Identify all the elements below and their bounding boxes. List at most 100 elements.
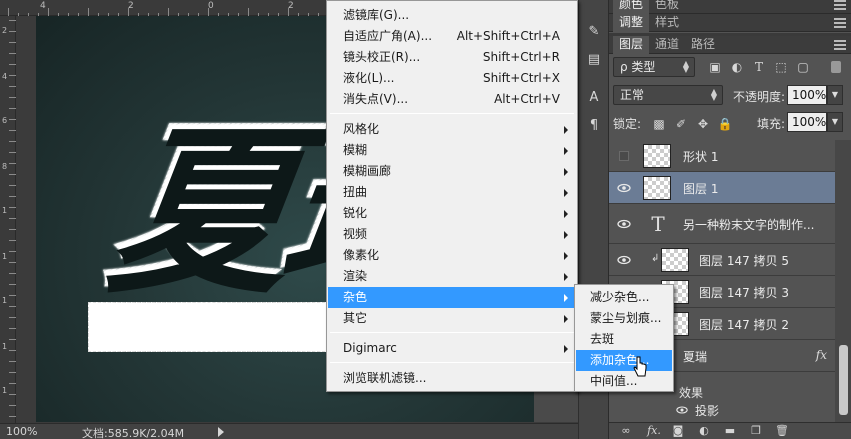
new-adjustment-icon[interactable]: ◐ — [697, 424, 711, 438]
menu-item-liquify[interactable]: 液化(L)... Shift+Ctrl+X — [328, 68, 576, 89]
eye-icon[interactable] — [617, 181, 631, 195]
tab-adjustments[interactable]: 调整 — [613, 14, 650, 32]
menu-item-adaptive-wide-angle[interactable]: 自适应广角(A)... Alt+Shift+Ctrl+A — [328, 26, 576, 47]
layer-name: 形状 1 — [683, 150, 719, 164]
fill-field[interactable]: 100% — [787, 112, 827, 132]
ruler-tick — [9, 108, 16, 109]
menu-item-sharpen[interactable]: 锐化 — [328, 203, 576, 224]
menu-item-distort[interactable]: 扭曲 — [328, 182, 576, 203]
menu-item-shortcut: Shift+Ctrl+X — [483, 71, 560, 85]
panel-menu-icon[interactable] — [834, 40, 846, 50]
delete-layer-icon[interactable]: 🗑 — [775, 424, 789, 438]
menu-item-lens-correction[interactable]: 镜头校正(R)... Shift+Ctrl+R — [328, 47, 576, 68]
ruler-tick — [9, 361, 16, 362]
tab-paths[interactable]: 路径 — [685, 36, 721, 54]
new-layer-icon[interactable]: ❐ — [749, 424, 763, 438]
properties-icon[interactable]: ▤ — [586, 52, 602, 68]
history-icon[interactable]: ✎ — [586, 24, 602, 40]
layer-filter-select[interactable]: ρ 类型 ▲ ▼ — [613, 57, 695, 77]
menu-item-render[interactable]: 渲染 — [328, 266, 576, 287]
lock-transparent-icon[interactable]: ▩ — [651, 116, 667, 132]
ruler-tick — [208, 8, 209, 16]
status-menu-arrow-icon[interactable] — [218, 427, 224, 437]
ruler-tick — [9, 317, 16, 318]
layer-row[interactable]: T 另一种粉末文字的制作... — [609, 204, 835, 244]
submenu-item-dust-scratches[interactable]: 蒙尘与划痕... — [576, 308, 672, 329]
ruler-tick — [9, 185, 16, 186]
new-group-icon[interactable]: ▬ — [723, 424, 737, 438]
effects-label: 效果 — [679, 386, 704, 400]
menu-item-noise[interactable]: 杂色 — [328, 287, 576, 308]
layer-name: 图层 147 拷贝 3 — [699, 286, 789, 300]
link-layers-icon[interactable]: ∞ — [619, 424, 633, 438]
menu-item-blur[interactable]: 模糊 — [328, 140, 576, 161]
ruler-tick — [128, 8, 129, 16]
menu-item-blur-gallery[interactable]: 模糊画廊 — [328, 161, 576, 182]
tab-channels[interactable]: 通道 — [649, 36, 685, 54]
tab-layers[interactable]: 图层 — [613, 36, 650, 54]
ruler-tick — [9, 350, 16, 351]
menu-item-label: 锐化 — [343, 206, 368, 220]
lock-all-icon[interactable]: 🔒 — [717, 116, 733, 132]
lock-brush-icon[interactable]: ✐ — [673, 116, 689, 132]
blend-mode-select[interactable]: 正常 ▲ ▼ — [613, 85, 723, 105]
layer-thumbnail — [661, 248, 689, 272]
character-icon[interactable]: A — [586, 90, 602, 106]
zoom-level[interactable]: 100% — [6, 425, 37, 438]
add-mask-icon[interactable]: ◙ — [671, 424, 685, 438]
ruler-tick — [9, 42, 16, 43]
eye-icon[interactable] — [617, 217, 631, 231]
tab-styles[interactable]: 样式 — [649, 14, 685, 32]
menu-item-digimarc[interactable]: Digimarc — [328, 338, 576, 359]
filter-toggle-icon[interactable] — [831, 61, 841, 73]
menu-item-vanishing-point[interactable]: 消失点(V)... Alt+Ctrl+V — [328, 89, 576, 110]
eye-icon[interactable] — [617, 253, 631, 267]
filter-pixel-icon[interactable]: ▣ — [707, 59, 723, 75]
eye-icon[interactable] — [675, 404, 689, 416]
layer-name: 图层 147 拷贝 5 — [699, 254, 789, 268]
filter-type-icon[interactable]: T — [751, 59, 767, 75]
filter-shape-icon[interactable]: ⬚ — [773, 59, 789, 75]
ruler-tick — [9, 251, 16, 252]
submenu-item-add-noise[interactable]: 添加杂色... — [576, 350, 672, 371]
tab-color[interactable]: 颜色 — [613, 0, 650, 14]
ruler-tick — [9, 218, 16, 219]
lock-position-icon[interactable]: ✥ — [695, 116, 711, 132]
menu-separator — [330, 332, 574, 333]
visibility-toggle[interactable] — [619, 151, 629, 161]
layer-effects-badge[interactable]: fx — [816, 348, 827, 362]
opacity-field[interactable]: 100% — [787, 85, 827, 105]
layer-row[interactable]: 图层 1 — [609, 172, 835, 204]
layer-name: 另一种粉末文字的制作... — [683, 218, 815, 232]
filter-adjustment-icon[interactable]: ◐ — [729, 59, 745, 75]
scrollbar-thumb[interactable] — [839, 345, 848, 415]
menu-item-pixelate[interactable]: 像素化 — [328, 245, 576, 266]
layers-scrollbar[interactable] — [835, 140, 851, 422]
ruler-tick — [9, 339, 16, 340]
effect-drop-shadow[interactable]: 投影 — [695, 402, 719, 419]
menu-item-stylize[interactable]: 风格化 — [328, 119, 576, 140]
menu-item-filter-gallery[interactable]: 滤镜库(G)... — [328, 5, 576, 26]
tab-swatches[interactable]: 色板 — [649, 0, 685, 14]
ruler-number: 8 — [2, 162, 8, 171]
submenu-item-reduce-noise[interactable]: 减少杂色... — [576, 287, 672, 308]
submenu-item-median[interactable]: 中间值... — [576, 371, 672, 392]
add-style-icon[interactable]: fx. — [645, 424, 663, 438]
fill-dropdown[interactable]: ▼ — [827, 112, 843, 132]
blend-mode-value: 正常 — [620, 88, 645, 102]
filter-smart-object-icon[interactable]: ▢ — [795, 59, 811, 75]
layer-row[interactable]: 形状 1 — [609, 140, 835, 172]
chevron-right-icon — [564, 252, 568, 260]
layer-name: 图层 147 拷贝 2 — [699, 318, 789, 332]
menu-item-shortcut: Shift+Ctrl+R — [482, 50, 560, 64]
marquee-selection[interactable] — [88, 302, 330, 352]
layer-row[interactable]: ↲ 图层 147 拷贝 5 — [609, 244, 835, 276]
menu-item-browse-filters-online[interactable]: 浏览联机滤镜... — [328, 368, 576, 389]
menu-item-other[interactable]: 其它 — [328, 308, 576, 329]
submenu-item-despeckle[interactable]: 去斑 — [576, 329, 672, 350]
menu-item-video[interactable]: 视频 — [328, 224, 576, 245]
panel-menu-icon[interactable] — [834, 18, 846, 28]
panel-menu-icon[interactable] — [834, 0, 846, 10]
opacity-dropdown[interactable]: ▼ — [827, 85, 843, 105]
paragraph-icon[interactable]: ¶ — [586, 118, 602, 134]
